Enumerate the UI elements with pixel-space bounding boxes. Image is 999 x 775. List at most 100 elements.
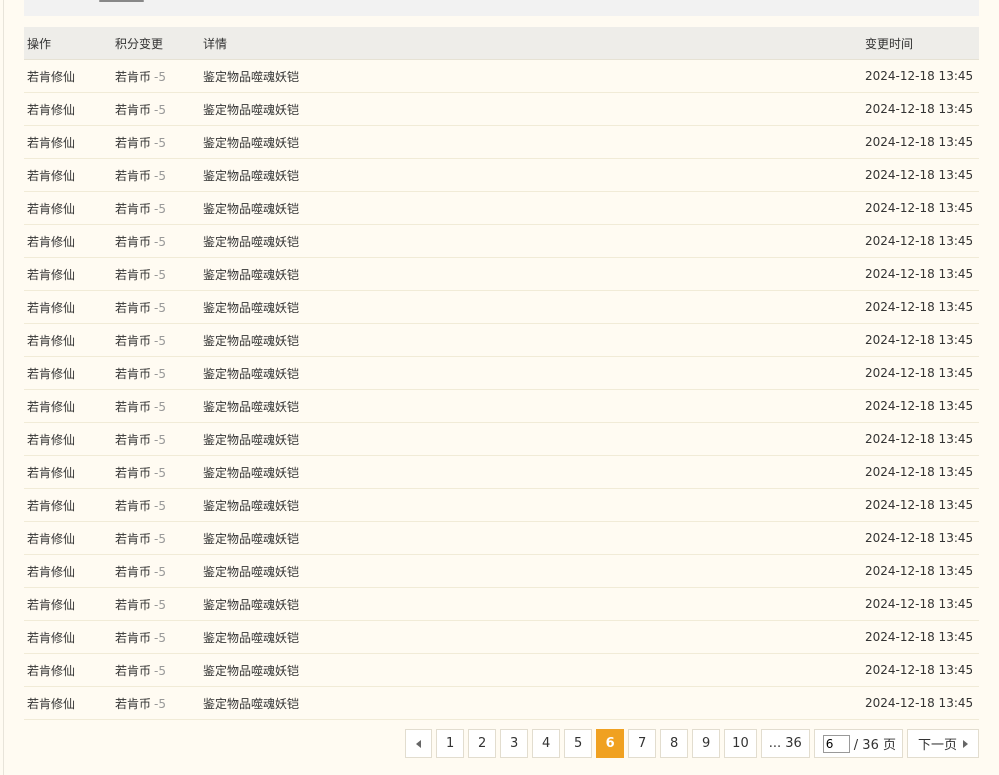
row-delta: -5 xyxy=(154,135,166,150)
row-currency: 若肯币 xyxy=(115,696,152,711)
row-action: 若肯修仙 xyxy=(27,630,76,645)
last-page-link[interactable]: ... 36 xyxy=(760,729,810,758)
row-change: 若肯币 -5 xyxy=(112,596,200,613)
row-detail: 鉴定物品噬魂妖铠 xyxy=(203,168,300,183)
row-time: 2024-12-18 13:45 xyxy=(865,531,974,545)
row-detail: 鉴定物品噬魂妖铠 xyxy=(203,333,300,348)
table-row: 若肯修仙 若肯币 -5 鉴定物品噬魂妖铠 2024-12-18 13:45 xyxy=(24,654,979,687)
row-currency: 若肯币 xyxy=(115,531,152,546)
row-detail: 鉴定物品噬魂妖铠 xyxy=(203,597,300,612)
row-delta: -5 xyxy=(154,399,166,414)
row-change: 若肯币 -5 xyxy=(112,398,200,415)
row-change: 若肯币 -5 xyxy=(112,464,200,481)
page-numbers: 1 2 3 4 5 6 7 8 9 10 xyxy=(432,729,757,758)
row-action: 若肯修仙 xyxy=(27,234,76,249)
row-detail: 鉴定物品噬魂妖铠 xyxy=(203,630,300,645)
table-row: 若肯修仙 若肯币 -5 鉴定物品噬魂妖铠 2024-12-18 13:45 xyxy=(24,555,979,588)
row-action: 若肯修仙 xyxy=(27,333,76,348)
row-delta: -5 xyxy=(154,696,166,711)
row-detail: 鉴定物品噬魂妖铠 xyxy=(203,69,300,84)
row-time: 2024-12-18 13:45 xyxy=(865,663,974,677)
row-change: 若肯币 -5 xyxy=(112,299,200,316)
row-detail: 鉴定物品噬魂妖铠 xyxy=(203,102,300,117)
row-detail: 鉴定物品噬魂妖铠 xyxy=(203,399,300,414)
row-detail: 鉴定物品噬魂妖铠 xyxy=(203,432,300,447)
page-link-9[interactable]: 9 xyxy=(692,729,721,758)
row-time: 2024-12-18 13:45 xyxy=(865,564,974,578)
table-row: 若肯修仙 若肯币 -5 鉴定物品噬魂妖铠 2024-12-18 13:45 xyxy=(24,456,979,489)
row-change: 若肯币 -5 xyxy=(112,431,200,448)
row-delta: -5 xyxy=(154,432,166,447)
row-change: 若肯币 -5 xyxy=(112,530,200,547)
row-time: 2024-12-18 13:45 xyxy=(865,696,974,710)
row-time: 2024-12-18 13:45 xyxy=(865,597,974,611)
row-detail: 鉴定物品噬魂妖铠 xyxy=(203,663,300,678)
row-change: 若肯币 -5 xyxy=(112,332,200,349)
page-link-2[interactable]: 2 xyxy=(468,729,497,758)
row-time: 2024-12-18 13:45 xyxy=(865,201,974,215)
row-currency: 若肯币 xyxy=(115,267,152,282)
row-action: 若肯修仙 xyxy=(27,366,76,381)
page-link-3[interactable]: 3 xyxy=(500,729,529,758)
table-row: 若肯修仙 若肯币 -5 鉴定物品噬魂妖铠 2024-12-18 13:45 xyxy=(24,588,979,621)
page-link-5[interactable]: 5 xyxy=(564,729,593,758)
table-row: 若肯修仙 若肯币 -5 鉴定物品噬魂妖铠 2024-12-18 13:45 xyxy=(24,159,979,192)
row-detail: 鉴定物品噬魂妖铠 xyxy=(203,696,300,711)
row-change: 若肯币 -5 xyxy=(112,167,200,184)
row-currency: 若肯币 xyxy=(115,168,152,183)
page-link-7[interactable]: 7 xyxy=(628,729,657,758)
page-jump-input[interactable] xyxy=(822,734,850,753)
row-action: 若肯修仙 xyxy=(27,267,76,282)
page-link-4[interactable]: 4 xyxy=(532,729,561,758)
page-left-border xyxy=(3,0,4,775)
table-body: 若肯修仙 若肯币 -5 鉴定物品噬魂妖铠 2024-12-18 13:45 若肯修仙 若肯币… xyxy=(24,60,979,720)
next-page-label: 下一页 xyxy=(917,738,957,753)
row-currency: 若肯币 xyxy=(115,597,152,612)
row-currency: 若肯币 xyxy=(115,300,152,315)
row-delta: -5 xyxy=(154,663,166,678)
row-currency: 若肯币 xyxy=(115,102,152,117)
next-page-button[interactable]: 下一页 xyxy=(906,729,979,758)
row-currency: 若肯币 xyxy=(115,366,152,381)
page-link-10[interactable]: 10 xyxy=(724,729,757,758)
row-time: 2024-12-18 13:45 xyxy=(865,234,974,248)
row-currency: 若肯币 xyxy=(115,564,152,579)
caret-right-icon xyxy=(963,739,968,748)
table-row: 若肯修仙 若肯币 -5 鉴定物品噬魂妖铠 2024-12-18 13:45 xyxy=(24,489,979,522)
page-link-8[interactable]: 8 xyxy=(660,729,689,758)
row-change: 若肯币 -5 xyxy=(112,497,200,514)
row-delta: -5 xyxy=(154,267,166,282)
row-currency: 若肯币 xyxy=(115,663,152,678)
row-detail: 鉴定物品噬魂妖铠 xyxy=(203,300,300,315)
row-change: 若肯币 -5 xyxy=(112,662,200,679)
row-delta: -5 xyxy=(154,234,166,249)
row-action: 若肯修仙 xyxy=(27,432,76,447)
row-delta: -5 xyxy=(154,69,166,84)
table-row: 若肯修仙 若肯币 -5 鉴定物品噬魂妖铠 2024-12-18 13:45 xyxy=(24,192,979,225)
row-time: 2024-12-18 13:45 xyxy=(865,366,974,380)
row-delta: -5 xyxy=(154,498,166,513)
row-currency: 若肯币 xyxy=(115,498,152,513)
page-link-6[interactable]: 6 xyxy=(596,729,625,758)
row-currency: 若肯币 xyxy=(115,201,152,216)
filter-bar-button[interactable] xyxy=(99,0,144,2)
row-action: 若肯修仙 xyxy=(27,663,76,678)
header-detail: 详情 xyxy=(203,36,228,51)
table-row: 若肯修仙 若肯币 -5 鉴定物品噬魂妖铠 2024-12-18 13:45 xyxy=(24,324,979,357)
table-row: 若肯修仙 若肯币 -5 鉴定物品噬魂妖铠 2024-12-18 13:45 xyxy=(24,687,979,720)
row-currency: 若肯币 xyxy=(115,630,152,645)
table-row: 若肯修仙 若肯币 -5 鉴定物品噬魂妖铠 2024-12-18 13:45 xyxy=(24,621,979,654)
row-time: 2024-12-18 13:45 xyxy=(865,102,974,116)
row-detail: 鉴定物品噬魂妖铠 xyxy=(203,201,300,216)
row-change: 若肯币 -5 xyxy=(112,101,200,118)
row-time: 2024-12-18 13:45 xyxy=(865,399,974,413)
header-change: 积分变更 xyxy=(115,36,164,51)
page-link-1[interactable]: 1 xyxy=(436,729,465,758)
row-action: 若肯修仙 xyxy=(27,135,76,150)
row-time: 2024-12-18 13:45 xyxy=(865,300,974,314)
row-delta: -5 xyxy=(154,630,166,645)
table-row: 若肯修仙 若肯币 -5 鉴定物品噬魂妖铠 2024-12-18 13:45 xyxy=(24,93,979,126)
row-delta: -5 xyxy=(154,564,166,579)
prev-page-button[interactable] xyxy=(405,729,433,758)
row-change: 若肯币 -5 xyxy=(112,200,200,217)
